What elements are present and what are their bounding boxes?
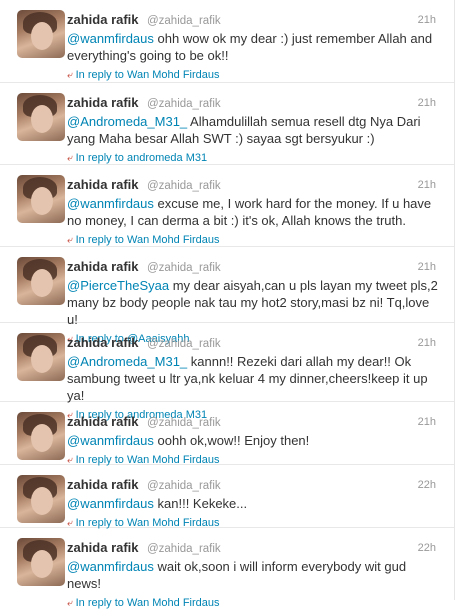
tweet-body: kan!!! Kekeke... (153, 496, 248, 511)
mention-link[interactable]: @wanmfirdaus (67, 496, 154, 511)
reply-to-name[interactable]: Wan Mohd Firdaus (127, 597, 220, 609)
reply-to-name[interactable]: Wan Mohd Firdaus (127, 69, 220, 81)
mention-link[interactable]: @wanmfirdaus (67, 31, 154, 46)
avatar[interactable] (17, 257, 65, 305)
tweet-username[interactable]: @zahida_rafik (147, 15, 221, 27)
tweet[interactable]: zahida rafik @zahida_rafik 21h @wanmfird… (0, 402, 454, 466)
avatar[interactable] (17, 475, 65, 523)
reply-arrow-icon: ⤶ (67, 153, 73, 164)
tweet-timestamp[interactable]: 21h (418, 259, 436, 275)
tweet-timestamp[interactable]: 21h (418, 414, 436, 430)
in-reply-to-link[interactable]: ⤶ In reply to Wan Mohd Firdaus (67, 596, 446, 610)
tweet-text: @wanmfirdaus kan!!! Kekeke... (67, 495, 438, 512)
reply-arrow-icon: ⤶ (67, 70, 73, 81)
tweet-username[interactable]: @zahida_rafik (147, 417, 221, 429)
tweet-username[interactable]: @zahida_rafik (147, 338, 221, 350)
tweet[interactable]: zahida rafik @zahida_rafik 21h @PierceTh… (0, 247, 454, 345)
avatar[interactable] (17, 10, 65, 58)
tweet-fullname[interactable]: zahida rafik (67, 259, 139, 274)
tweet-text: @wanmfirdaus excuse me, I work hard for … (67, 195, 438, 229)
tweet-fullname[interactable]: zahida rafik (67, 335, 139, 350)
tweet-text: @PierceTheSyaa my dear aisyah,can u pls … (67, 277, 438, 328)
in-reply-to-link[interactable]: ⤶ In reply to Wan Mohd Firdaus (67, 233, 446, 247)
tweet-fullname[interactable]: zahida rafik (67, 540, 139, 555)
tweet-fullname[interactable]: zahida rafik (67, 95, 139, 110)
reply-arrow-icon: ⤶ (67, 235, 73, 246)
tweet-timestamp[interactable]: 21h (418, 12, 436, 28)
tweet-fullname[interactable]: zahida rafik (67, 477, 139, 492)
tweet[interactable]: zahida rafik @zahida_rafik 21h @wanmfird… (0, 165, 454, 247)
reply-to-name[interactable]: andromeda M31 (127, 152, 207, 164)
avatar[interactable] (17, 538, 65, 586)
tweet-timestamp[interactable]: 22h (418, 477, 436, 493)
avatar[interactable] (17, 333, 65, 381)
reply-prefix: In reply to (75, 597, 124, 609)
tweet-text: @wanmfirdaus ohh wow ok my dear :) just … (67, 30, 438, 64)
tweet-fullname[interactable]: zahida rafik (67, 414, 139, 429)
avatar[interactable] (17, 93, 65, 141)
tweet[interactable]: zahida rafik @zahida_rafik 22h @wanmfird… (0, 528, 454, 609)
mention-link[interactable]: @PierceTheSyaa (67, 278, 169, 293)
tweet-text: @wanmfirdaus wait ok,soon i will inform … (67, 558, 438, 592)
tweet-body: oohh ok,wow!! Enjoy then! (153, 433, 310, 448)
tweet[interactable]: zahida rafik @zahida_rafik 21h @wanmfird… (0, 0, 454, 83)
tweet-text: @wanmfirdaus oohh ok,wow!! Enjoy then! (67, 432, 438, 449)
reply-prefix: In reply to (75, 234, 124, 246)
tweet-username[interactable]: @zahida_rafik (147, 543, 221, 555)
mention-link[interactable]: @wanmfirdaus (67, 196, 154, 211)
tweet-timestamp[interactable]: 21h (418, 335, 436, 351)
tweet-fullname[interactable]: zahida rafik (67, 12, 139, 27)
tweet-username[interactable]: @zahida_rafik (147, 262, 221, 274)
tweet-text: @Andromeda_M31_ kannn!! Rezeki dari alla… (67, 353, 438, 404)
tweet-text: @Andromeda_M31_ Alhamdulillah semua rese… (67, 113, 438, 147)
mention-link[interactable]: @Andromeda_M31_ (67, 114, 187, 129)
tweet[interactable]: zahida rafik @zahida_rafik 21h @Andromed… (0, 323, 454, 421)
tweet-timestamp[interactable]: 21h (418, 177, 436, 193)
tweet[interactable]: zahida rafik @zahida_rafik 22h @wanmfird… (0, 465, 454, 529)
avatar[interactable] (17, 412, 65, 460)
mention-link[interactable]: @wanmfirdaus (67, 559, 154, 574)
mention-link[interactable]: @Andromeda_M31_ (67, 354, 187, 369)
tweet-timeline: zahida rafik @zahida_rafik 21h @wanmfird… (0, 0, 455, 609)
reply-to-name[interactable]: Wan Mohd Firdaus (127, 234, 220, 246)
tweet-username[interactable]: @zahida_rafik (147, 480, 221, 492)
tweet-username[interactable]: @zahida_rafik (147, 98, 221, 110)
reply-prefix: In reply to (75, 69, 124, 81)
reply-prefix: In reply to (75, 152, 124, 164)
avatar[interactable] (17, 175, 65, 223)
tweet[interactable]: zahida rafik @zahida_rafik 21h @Andromed… (0, 83, 454, 165)
tweet-timestamp[interactable]: 22h (418, 540, 436, 556)
in-reply-to-link[interactable]: ⤶ In reply to Wan Mohd Firdaus (67, 68, 446, 82)
mention-link[interactable]: @wanmfirdaus (67, 433, 154, 448)
tweet-timestamp[interactable]: 21h (418, 95, 436, 111)
in-reply-to-link[interactable]: ⤶ In reply to andromeda M31 (67, 151, 446, 165)
tweet-username[interactable]: @zahida_rafik (147, 180, 221, 192)
tweet-fullname[interactable]: zahida rafik (67, 177, 139, 192)
